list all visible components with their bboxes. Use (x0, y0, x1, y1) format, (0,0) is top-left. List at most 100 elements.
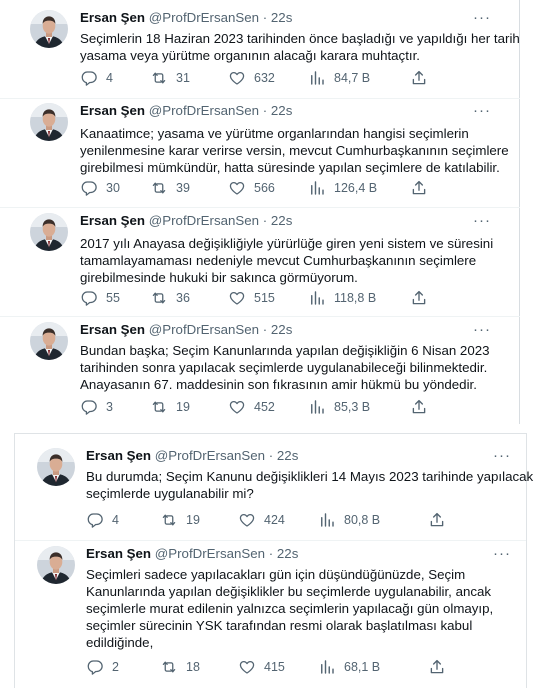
like-icon (228, 398, 246, 416)
author-handle[interactable]: @ProfDrErsanSen (149, 10, 259, 25)
tweet-actions: 2 18 415 68,1 B (0, 658, 539, 676)
tweet-text-line: edildiğinde, (86, 635, 154, 650)
tweet-text-line: yasama veya yürütme organının alacağı ka… (80, 48, 420, 63)
retweets-count: 39 (176, 181, 190, 195)
likes-count: 415 (264, 660, 285, 674)
share-icon (410, 69, 428, 87)
tweet-header: Ersan Şen @ProfDrErsanSen · 22s (80, 103, 292, 119)
like-icon (238, 511, 256, 529)
author-handle[interactable]: @ProfDrErsanSen (155, 546, 265, 561)
reply-button[interactable]: 55 (80, 289, 120, 307)
reply-button[interactable]: 4 (80, 69, 113, 87)
tweet-text-line: Bu durumda; Seçim Kanunu değişiklikleri … (86, 469, 534, 484)
tweet-timestamp[interactable]: 22s (271, 322, 292, 337)
retweet-icon (160, 511, 178, 529)
author-name[interactable]: Ersan Şen (80, 213, 145, 228)
like-button[interactable]: 632 (228, 69, 275, 87)
views-button[interactable]: 126,4 B (308, 179, 377, 197)
like-button[interactable]: 566 (228, 179, 275, 197)
share-button[interactable] (410, 179, 436, 197)
share-button[interactable] (410, 69, 436, 87)
like-button[interactable]: 452 (228, 398, 275, 416)
retweets-count: 19 (186, 513, 200, 527)
avatar[interactable] (37, 546, 75, 584)
tweet-text-line: Anayasanın 67. maddesinin son fıkrasının… (80, 377, 477, 392)
tweet-timestamp[interactable]: 22s (271, 103, 292, 118)
retweet-icon (150, 69, 168, 87)
avatar[interactable] (30, 10, 68, 48)
more-icon[interactable]: ··· (473, 213, 491, 228)
views-icon (308, 69, 326, 87)
share-icon (410, 179, 428, 197)
replies-count: 2 (112, 660, 119, 674)
tweet-text-line: Seçimlerin 18 Haziran 2023 tarihinden ön… (80, 31, 520, 46)
author-name[interactable]: Ersan Şen (86, 448, 151, 463)
avatar[interactable] (30, 103, 68, 141)
likes-count: 566 (254, 181, 275, 195)
tweet-timestamp[interactable]: 22s (277, 546, 298, 561)
author-name[interactable]: Ersan Şen (80, 322, 145, 337)
more-icon[interactable]: ··· (473, 322, 491, 337)
author-handle[interactable]: @ProfDrErsanSen (155, 448, 265, 463)
replies-count: 4 (112, 513, 119, 527)
author-handle[interactable]: @ProfDrErsanSen (149, 103, 259, 118)
tweet-timestamp[interactable]: 22s (271, 10, 292, 25)
tweet-text: Bundan başka; Seçim Kanunlarında yapılan… (80, 342, 490, 393)
retweet-button[interactable]: 36 (150, 289, 190, 307)
more-icon[interactable]: ··· (473, 10, 491, 25)
retweet-button[interactable]: 18 (160, 658, 200, 676)
tweet-text-line: seçimler sürecinin YSK tarafından resmi … (86, 618, 473, 633)
author-name[interactable]: Ersan Şen (80, 10, 145, 25)
like-button[interactable]: 424 (238, 511, 285, 529)
replies-count: 30 (106, 181, 120, 195)
author-name[interactable]: Ersan Şen (86, 546, 151, 561)
like-button[interactable]: 415 (238, 658, 285, 676)
share-button[interactable] (428, 511, 454, 529)
more-icon[interactable]: ··· (493, 546, 511, 561)
views-button[interactable]: 84,7 B (308, 69, 370, 87)
author-handle[interactable]: @ProfDrErsanSen (149, 213, 259, 228)
author-name[interactable]: Ersan Şen (80, 103, 145, 118)
retweet-button[interactable]: 31 (150, 69, 190, 87)
tweet-text: 2017 yılı Anayasa değişikliğiyle yürürlü… (80, 235, 493, 286)
share-button[interactable] (410, 398, 436, 416)
retweet-button[interactable]: 19 (150, 398, 190, 416)
tweet-text-line: seçimlerle murat edilenin yalnızca seçim… (86, 601, 494, 616)
tweet-text-line: tarihinden sonra yapılacak seçimlerde uy… (80, 360, 488, 375)
more-icon[interactable]: ··· (493, 448, 511, 463)
tweet-divider (0, 207, 520, 208)
reply-icon (86, 658, 104, 676)
views-button[interactable]: 118,8 B (308, 289, 376, 307)
tweet-timestamp[interactable]: 22s (277, 448, 298, 463)
tweet-text-line: Bundan başka; Seçim Kanunlarında yapılan… (80, 343, 490, 358)
reply-button[interactable]: 2 (86, 658, 119, 676)
avatar[interactable] (30, 213, 68, 251)
avatar[interactable] (37, 448, 75, 486)
reply-button[interactable]: 4 (86, 511, 119, 529)
retweets-count: 31 (176, 71, 190, 85)
reply-icon (86, 511, 104, 529)
views-button[interactable]: 68,1 B (318, 658, 380, 676)
reply-button[interactable]: 30 (80, 179, 120, 197)
views-count: 85,3 B (334, 400, 371, 414)
tweet-text-line: 2017 yılı Anayasa değişikliğiyle yürürlü… (80, 236, 494, 251)
share-button[interactable] (428, 658, 454, 676)
likes-count: 515 (254, 291, 275, 305)
reply-icon (80, 69, 98, 87)
tweet-timestamp[interactable]: 22s (271, 213, 292, 228)
tweet-text-line: seçimlerde uygulanabilir mi? (86, 486, 254, 501)
more-icon[interactable]: ··· (473, 103, 491, 118)
retweet-button[interactable]: 39 (150, 179, 190, 197)
reply-button[interactable]: 3 (80, 398, 113, 416)
share-button[interactable] (410, 289, 436, 307)
avatar[interactable] (30, 322, 68, 360)
like-icon (228, 69, 246, 87)
views-count: 118,8 B (334, 291, 377, 305)
like-button[interactable]: 515 (228, 289, 275, 307)
views-count: 80,8 B (344, 513, 381, 527)
tweet-divider (15, 540, 526, 541)
retweet-button[interactable]: 19 (160, 511, 200, 529)
views-button[interactable]: 80,8 B (318, 511, 380, 529)
views-button[interactable]: 85,3 B (308, 398, 370, 416)
author-handle[interactable]: @ProfDrErsanSen (149, 322, 259, 337)
